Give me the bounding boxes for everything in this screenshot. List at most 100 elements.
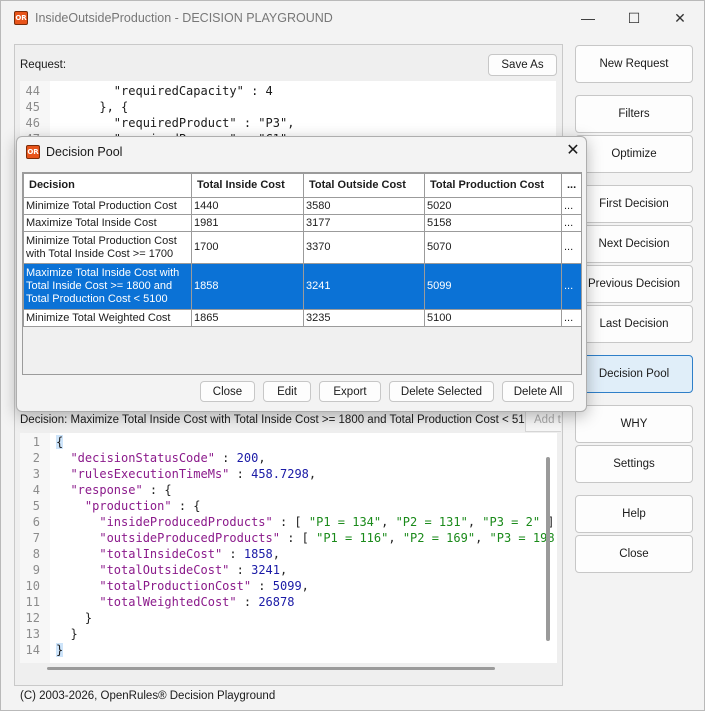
code-line: 5 "production" : { [20, 498, 201, 514]
code-token: , [467, 515, 483, 529]
cell-production-cost[interactable]: 5020 [424, 197, 562, 215]
close-icon[interactable]: ✕ [563, 141, 583, 161]
maximize-icon[interactable]: ☐ [619, 7, 649, 29]
code-line: 6 "insideProducedProducts" : [ "P1 = 134… [20, 514, 555, 530]
minimize-icon[interactable]: — [573, 7, 603, 29]
help-button[interactable]: Help [575, 495, 693, 533]
close-button[interactable]: Close [575, 535, 693, 573]
code-line: 10 "totalProductionCost" : 5099, [20, 578, 309, 594]
add-button[interactable]: Add t [525, 410, 561, 432]
table-row[interactable]: Maximize Total Inside Cost 1981 3177 5158..… [23, 214, 582, 232]
cell-decision[interactable]: Minimize Total Production Cost [23, 197, 192, 215]
line-number: 8 [32, 547, 40, 561]
line-number: 1 [32, 435, 40, 449]
vertical-scrollbar[interactable] [546, 457, 550, 641]
code-line: 14} [20, 642, 64, 658]
code-token: "rulesExecutionTimeMs" [70, 467, 230, 481]
previous-decision-button[interactable]: Previous Decision [575, 265, 693, 303]
cell-inside-cost[interactable]: 1858 [191, 263, 304, 310]
column-header-outside-cost[interactable]: Total Outside Cost [303, 173, 425, 198]
cell-outside-cost[interactable]: 3580 [303, 197, 425, 215]
title-bar: OR InsideOutsideProduction - DECISION PL… [1, 1, 704, 35]
cell-inside-cost[interactable]: 1865 [191, 309, 304, 327]
line-number: 44 [25, 84, 40, 98]
cell-inside-cost[interactable]: 1700 [191, 231, 304, 264]
dialog-close-button[interactable]: Close [200, 381, 255, 402]
line-number: 4 [32, 483, 40, 497]
line-number: 6 [32, 515, 40, 529]
code-token: "totalProductionCost" [99, 579, 252, 593]
cell-production-cost[interactable]: 5158 [424, 214, 562, 232]
cell-more[interactable]: ... [561, 214, 582, 232]
next-decision-button[interactable]: Next Decision [575, 225, 693, 263]
cell-production-cost[interactable]: 5070 [424, 231, 562, 264]
code-token: 1858 [243, 547, 273, 561]
cell-outside-cost[interactable]: 3177 [303, 214, 425, 232]
code-token: "insideProducedProducts" [99, 515, 273, 529]
column-header-more[interactable]: ... [561, 173, 582, 198]
cell-decision[interactable]: Minimize Total Production Cost with Tota… [23, 231, 192, 264]
cell-production-cost[interactable]: 5099 [424, 263, 562, 310]
response-editor[interactable]: 1{2 "decisionStatusCode" : 200, 3 "rulesE… [20, 433, 557, 663]
code-token: } [56, 611, 93, 625]
line-number: 13 [25, 627, 40, 641]
code-token: , [475, 531, 490, 545]
column-header-decision[interactable]: Decision [23, 173, 192, 198]
delete-all-button[interactable]: Delete All [502, 381, 574, 402]
save-as-button[interactable]: Save As [488, 54, 557, 76]
table-row[interactable]: Maximize Total Inside Cost with Total In… [23, 263, 582, 310]
close-window-icon[interactable]: ✕ [665, 7, 695, 29]
cell-outside-cost[interactable]: 3235 [303, 309, 425, 327]
code-token: } [56, 627, 78, 641]
cell-inside-cost[interactable]: 1440 [191, 197, 304, 215]
edit-button[interactable]: Edit [263, 381, 311, 402]
code-text: "requiredProduct" : "P3", [56, 116, 295, 130]
horizontal-scrollbar[interactable] [47, 667, 495, 670]
line-number: 7 [32, 531, 40, 545]
code-token: , [301, 579, 309, 593]
why-button[interactable]: WHY [575, 405, 693, 443]
code-token: : [222, 547, 244, 561]
optimize-button[interactable]: Optimize [575, 135, 693, 173]
cell-decision[interactable]: Maximize Total Inside Cost [23, 214, 192, 232]
cell-more[interactable]: ... [561, 231, 582, 264]
delete-selected-button[interactable]: Delete Selected [389, 381, 494, 402]
column-header-production-cost[interactable]: Total Production Cost [424, 173, 562, 198]
cell-outside-cost[interactable]: 3370 [303, 231, 425, 264]
filters-button[interactable]: Filters [575, 95, 693, 133]
code-line: 8 "totalInsideCost" : 1858, [20, 546, 280, 562]
code-line: 7 "outsideProducedProducts" : [ "P1 = 11… [20, 530, 555, 546]
cell-more[interactable]: ... [561, 263, 582, 310]
export-button[interactable]: Export [319, 381, 381, 402]
table-row[interactable]: Minimize Total Production Cost with Tota… [23, 231, 582, 264]
decision-pool-button[interactable]: Decision Pool [575, 355, 693, 393]
code-line: 13 } [20, 626, 78, 642]
code-text: "requiredCapacity" : 4 [56, 84, 273, 98]
cell-more[interactable]: ... [561, 197, 582, 215]
cell-decision[interactable]: Maximize Total Inside Cost with Total In… [23, 263, 192, 310]
table-row[interactable]: Minimize Total Production Cost 1440 3580 50… [23, 197, 582, 215]
column-header-inside-cost[interactable]: Total Inside Cost [191, 173, 304, 198]
settings-button[interactable]: Settings [575, 445, 693, 483]
first-decision-button[interactable]: First Decision [575, 185, 693, 223]
code-token: "P1 = 116" [316, 531, 389, 545]
line-number: 45 [25, 100, 40, 114]
table-row[interactable]: Minimize Total Weighted Cost 1865 3235 5100… [23, 309, 582, 327]
new-request-button[interactable]: New Request [575, 45, 693, 83]
code-line: 1{ [20, 434, 64, 450]
code-token: "decisionStatusCode" [70, 451, 215, 465]
code-token: : [ [279, 531, 317, 545]
cell-outside-cost[interactable]: 3241 [303, 263, 425, 310]
request-label: Request: [20, 59, 67, 71]
last-decision-button[interactable]: Last Decision [575, 305, 693, 343]
cell-decision[interactable]: Minimize Total Weighted Cost [23, 309, 192, 327]
code-token: "P2 = 131" [395, 515, 468, 529]
cell-more[interactable]: ... [561, 309, 582, 327]
code-token: 200 [236, 451, 259, 465]
request-editor[interactable]: 44 "requiredCapacity" : 4 45 }, {46 "requ… [20, 81, 556, 141]
cell-inside-cost[interactable]: 1981 [191, 214, 304, 232]
cell-production-cost[interactable]: 5100 [424, 309, 562, 327]
